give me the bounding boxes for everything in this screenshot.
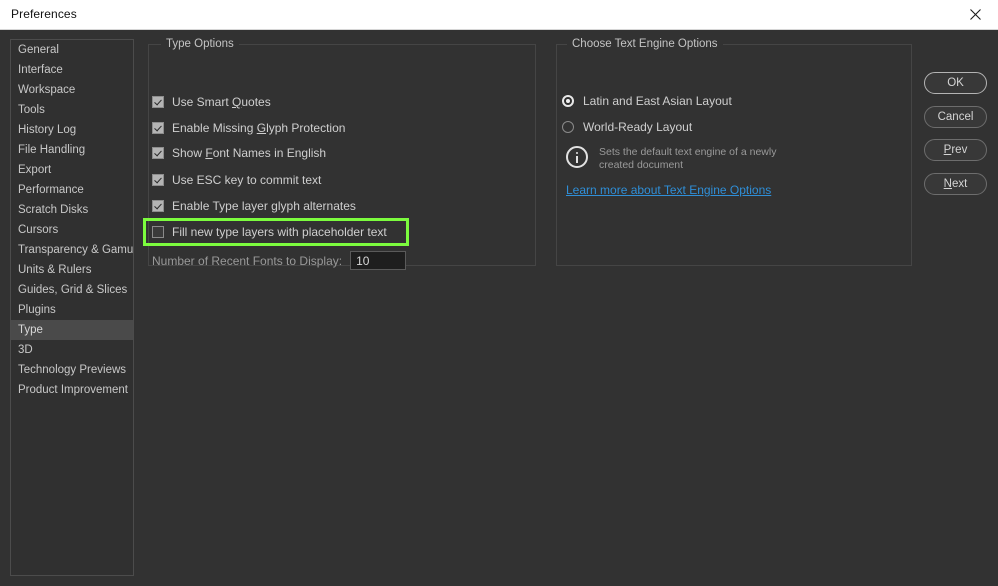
category-list[interactable]: General Interface Workspace Tools History Lo…	[10, 39, 134, 576]
checkbox-label: Enable Missing Glyph Protection	[172, 121, 346, 135]
cancel-button[interactable]: Cancel	[924, 106, 987, 128]
checkbox-box[interactable]	[152, 147, 164, 159]
radio-latin-and-east-asian-layout[interactable]: Latin and East Asian Layout	[562, 92, 732, 110]
checkbox-use-esc-key-to-commit-text[interactable]: Use ESC key to commit text	[152, 171, 321, 189]
checkbox-enable-missing-glyph-protection[interactable]: Enable Missing Glyph Protection	[152, 119, 345, 137]
radio-label: Latin and East Asian Layout	[583, 94, 732, 108]
sidebar-item-history-log[interactable]: History Log	[11, 120, 133, 140]
sidebar-item-plugins[interactable]: Plugins	[11, 300, 133, 320]
sidebar-item-tools[interactable]: Tools	[11, 100, 133, 120]
checkbox-box[interactable]	[152, 96, 164, 108]
sidebar-item-3d[interactable]: 3D	[11, 340, 133, 360]
checkbox-fill-new-type-layers-with-placeholder-text[interactable]: Fill new type layers with placeholder te…	[152, 223, 387, 241]
next-button[interactable]: Next	[924, 173, 987, 195]
checkbox-label: Enable Type layer glyph alternates	[172, 199, 356, 213]
radio-world-ready-layout[interactable]: World-Ready Layout	[562, 118, 692, 136]
radio-label: World-Ready Layout	[583, 120, 693, 134]
sidebar-item-interface[interactable]: Interface	[11, 60, 133, 80]
dialog-body: General Interface Workspace Tools History Lo…	[0, 30, 998, 586]
text-engine-title: Choose Text Engine Options	[567, 38, 723, 50]
sidebar-item-general[interactable]: General	[11, 40, 133, 60]
checkbox-label: Use Smart Quotes	[172, 95, 271, 109]
checkbox-show-font-names-in-english[interactable]: Show Font Names in English	[152, 144, 326, 162]
checkbox-box[interactable]	[152, 122, 164, 134]
sidebar-item-export[interactable]: Export	[11, 160, 133, 180]
info-note: Sets the default text engine of a newly …	[566, 146, 809, 172]
sidebar-item-guides-grid-slices[interactable]: Guides, Grid & Slices	[11, 280, 133, 300]
recent-fonts-label: Number of Recent Fonts to Display:	[152, 253, 343, 268]
sidebar-item-performance[interactable]: Performance	[11, 180, 133, 200]
checkbox-label: Use ESC key to commit text	[172, 173, 322, 187]
radio-circle[interactable]	[562, 95, 574, 107]
preferences-dialog: Preferences General Interface Workspace Too…	[0, 0, 998, 586]
sidebar-item-transparency-gamut[interactable]: Transparency & Gamut	[11, 240, 133, 260]
sidebar-item-units-rulers[interactable]: Units & Rulers	[11, 260, 133, 280]
close-icon	[969, 9, 981, 20]
type-options-title: Type Options	[161, 38, 239, 50]
checkbox-enable-type-layer-glyph-alternates[interactable]: Enable Type layer glyph alternates	[152, 197, 356, 215]
checkbox-use-smart-quotes[interactable]: Use Smart Quotes	[152, 93, 271, 111]
checkbox-box[interactable]	[152, 200, 164, 212]
sidebar-item-product-improvement[interactable]: Product Improvement	[11, 380, 133, 400]
sidebar-item-cursors[interactable]: Cursors	[11, 220, 133, 240]
title-bar: Preferences	[0, 0, 998, 30]
ok-button[interactable]: OK	[924, 72, 987, 94]
checkbox-box[interactable]	[152, 174, 164, 186]
learn-more-link[interactable]: Learn more about Text Engine Options	[566, 183, 771, 197]
checkbox-box[interactable]	[152, 226, 164, 238]
sidebar-item-scratch-disks[interactable]: Scratch Disks	[11, 200, 133, 220]
checkbox-label: Fill new type layers with placeholder te…	[172, 225, 387, 239]
window-title: Preferences	[11, 7, 77, 21]
sidebar-item-type[interactable]: Type	[11, 320, 133, 340]
checkbox-label: Show Font Names in English	[172, 146, 327, 160]
prev-button[interactable]: Prev	[924, 139, 987, 161]
radio-circle[interactable]	[562, 121, 574, 133]
close-button[interactable]	[952, 0, 998, 29]
recent-fonts-input[interactable]	[350, 251, 407, 270]
sidebar-item-workspace[interactable]: Workspace	[11, 80, 133, 100]
info-note-text: Sets the default text engine of a newly …	[599, 146, 777, 171]
recent-fonts-row: Number of Recent Fonts to Display:	[152, 251, 407, 270]
info-icon	[566, 146, 588, 168]
sidebar-item-technology-previews[interactable]: Technology Previews	[11, 360, 133, 380]
sidebar-item-file-handling[interactable]: File Handling	[11, 140, 133, 160]
